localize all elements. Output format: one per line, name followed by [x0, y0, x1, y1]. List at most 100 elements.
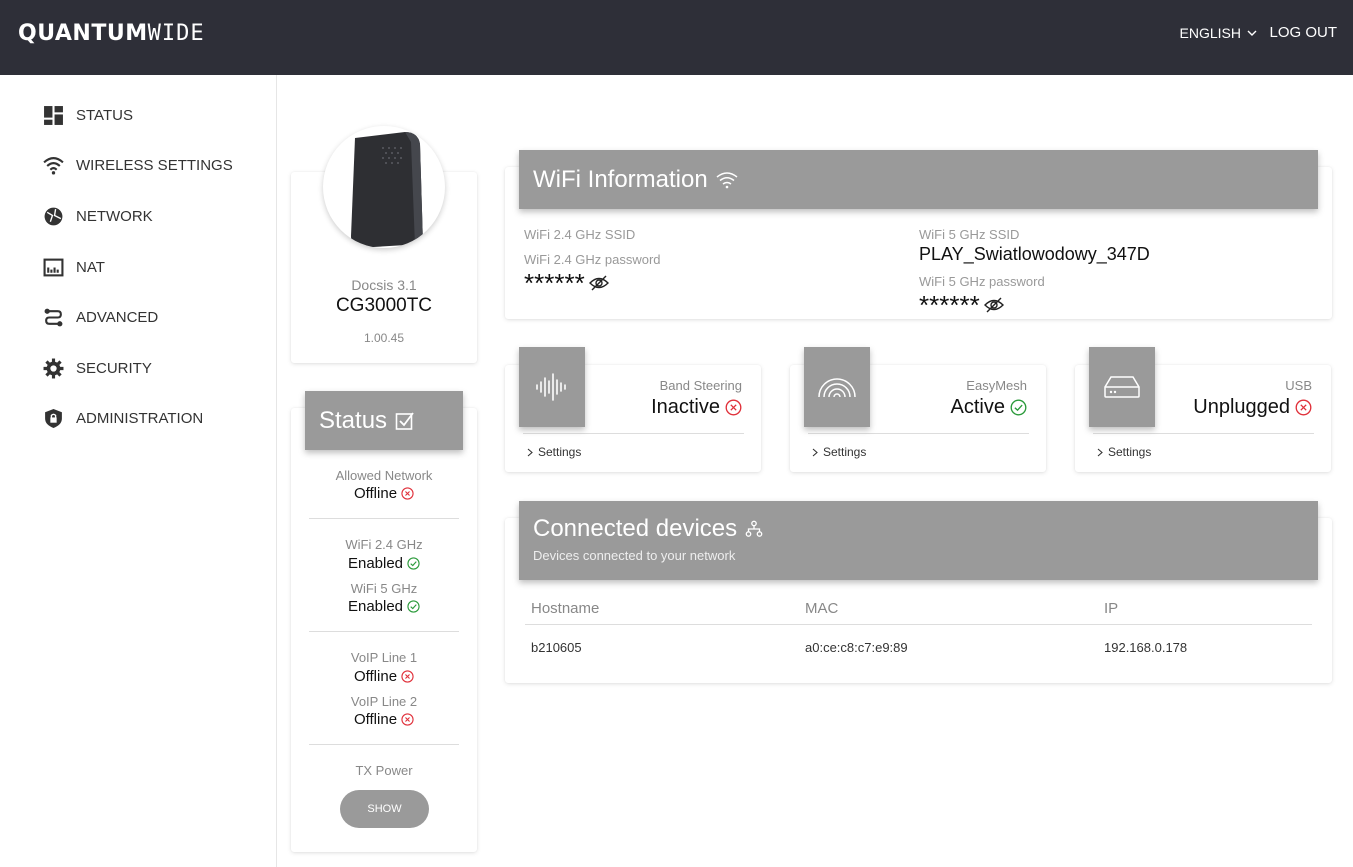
error-circle-icon [401, 713, 414, 726]
sidebar-item-advanced[interactable]: ADVANCED [43, 305, 158, 329]
globe-icon [44, 207, 63, 225]
settings-label: Settings [1108, 445, 1152, 459]
mac-cell: a0:ce:c8:c7:e9:89 [805, 640, 908, 655]
top-bar: QUANTUM WIDE ENGLISH LOG OUT [0, 0, 1353, 75]
usb-status: Unplugged [1193, 396, 1312, 419]
easymesh-label: EasyMesh [966, 378, 1027, 393]
soundwave-icon [536, 373, 566, 401]
check-circle-icon [407, 557, 420, 570]
wifi-icon [716, 171, 738, 188]
sidebar-item-label: ADMINISTRATION [76, 409, 204, 427]
eye-off-icon[interactable] [588, 275, 609, 291]
dashboard-icon [44, 105, 63, 125]
chevron-right-icon [527, 448, 533, 456]
easymesh-status: Active [951, 396, 1027, 419]
wifi-info-header: WiFi Information [519, 150, 1318, 209]
allowed-network-value: Offline [353, 485, 398, 502]
connected-devices-header: Connected devices Devices connected to y… [519, 501, 1318, 580]
logo-text-bold: QUANTUM [18, 20, 148, 46]
wifi5-password-value: ****** [919, 290, 980, 320]
voip1-value: Offline [353, 668, 398, 685]
error-circle-icon [401, 670, 414, 683]
divider [309, 744, 459, 745]
band-steering-settings-link[interactable]: Settings [527, 445, 581, 459]
sidebar-item-status[interactable]: STATUS [43, 103, 133, 127]
device-version: 1.00.45 [363, 331, 405, 345]
wifi24-label: WiFi 2.4 GHz [345, 537, 423, 552]
network-tree-icon [745, 520, 763, 537]
voip1-status: Offline [291, 668, 477, 686]
wifi-icon [43, 156, 64, 175]
usb-settings-link[interactable]: Settings [1097, 445, 1151, 459]
chevron-down-icon [1247, 30, 1257, 36]
sidebar-item-label: STATUS [76, 106, 133, 124]
language-select[interactable]: ENGLISH [1180, 25, 1257, 41]
usb-value: Unplugged [1193, 396, 1290, 418]
column-header-ip: IP [1104, 600, 1119, 617]
wifi5-label: WiFi 5 GHz [350, 581, 418, 596]
logo-text-light: WIDE [147, 20, 205, 46]
band-steering-value: Inactive [651, 396, 720, 418]
brand-logo[interactable]: QUANTUM WIDE [18, 20, 205, 46]
show-tx-power-button[interactable]: SHOW [340, 790, 429, 828]
allowed-network-status: Offline [291, 485, 477, 503]
device-standard: Docsis 3.1 [351, 277, 417, 293]
voip2-value: Offline [353, 711, 398, 728]
hard-drive-icon [1104, 376, 1140, 398]
band-steering-status: Inactive [651, 396, 742, 419]
shield-icon [45, 408, 62, 428]
wifi24-status: Enabled [291, 555, 477, 573]
sidebar-item-security[interactable]: SECURITY [43, 356, 152, 380]
divider [523, 433, 744, 434]
sidebar-item-nat[interactable]: NAT [43, 255, 105, 279]
connected-devices-subtitle: Devices connected to your network [533, 548, 736, 563]
logout-button[interactable]: LOG OUT [1269, 24, 1337, 41]
sidebar-item-label: WIRELESS SETTINGS [76, 156, 233, 174]
sidebar-item-label: NETWORK [76, 207, 153, 225]
table-divider [525, 624, 1312, 625]
status-title: Status [319, 406, 388, 434]
sidebar: STATUS WIRELESS SETTINGS NETWORK NAT ADV… [0, 75, 277, 867]
chevron-right-icon [812, 448, 818, 456]
voip2-label: VoIP Line 2 [350, 694, 418, 709]
status-card: Allowed Network Offline WiFi 2.4 GHz Ena… [291, 408, 477, 852]
sidebar-item-wireless-settings[interactable]: WIRELESS SETTINGS [43, 153, 233, 177]
easymesh-icon-tile [804, 347, 870, 427]
settings-label: Settings [823, 445, 867, 459]
chevron-right-icon [1097, 448, 1103, 456]
mesh-arc-icon [818, 378, 856, 398]
column-header-hostname: Hostname [531, 600, 600, 617]
band-steering-label: Band Steering [659, 378, 742, 393]
check-circle-icon [407, 600, 420, 613]
connected-devices-title: Connected devices [533, 515, 738, 542]
sidebar-item-administration[interactable]: ADMINISTRATION [43, 406, 203, 430]
wifi-info-title: WiFi Information [533, 165, 708, 193]
wifi24-ssid-label: WiFi 2.4 GHz SSID [524, 227, 636, 242]
nat-icon [43, 258, 64, 276]
sidebar-item-label: SECURITY [76, 359, 152, 377]
voip1-label: VoIP Line 1 [350, 650, 418, 665]
error-circle-icon [401, 487, 414, 500]
easymesh-value: Active [950, 396, 1005, 418]
wifi5-ssid-value: PLAY_Swiatlowodowy_347D [919, 244, 1150, 264]
tx-power-label: TX Power [355, 763, 413, 778]
wifi24-password: ****** [524, 270, 609, 296]
wifi5-status: Enabled [291, 598, 477, 616]
ip-cell: 192.168.0.178 [1104, 640, 1188, 655]
usb-icon-tile [1089, 347, 1155, 427]
sidebar-item-network[interactable]: NETWORK [43, 204, 153, 228]
voip2-status: Offline [291, 711, 477, 729]
wifi5-ssid-label: WiFi 5 GHz SSID [919, 227, 1020, 242]
status-header: Status [305, 391, 463, 450]
device-model: CG3000TC [335, 295, 433, 316]
wifi5-password-label: WiFi 5 GHz password [919, 274, 1045, 289]
usb-label: USB [1285, 378, 1312, 393]
divider [1093, 433, 1314, 434]
column-header-mac: MAC [805, 600, 839, 617]
easymesh-settings-link[interactable]: Settings [812, 445, 866, 459]
settings-label: Settings [538, 445, 582, 459]
wifi24-password-label: WiFi 2.4 GHz password [524, 252, 661, 267]
eye-off-icon[interactable] [983, 297, 1004, 313]
connected-devices-title-row: Connected devices [533, 515, 763, 543]
allowed-network-label: Allowed Network [335, 468, 433, 483]
